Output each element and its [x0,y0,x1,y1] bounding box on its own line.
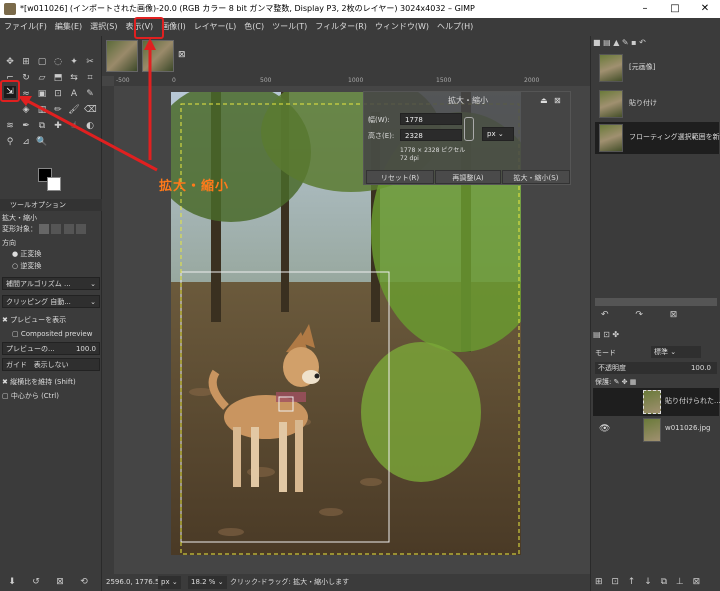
annotation-label: 拡大・縮小 [159,179,230,194]
annotation-arrows [18,38,158,172]
